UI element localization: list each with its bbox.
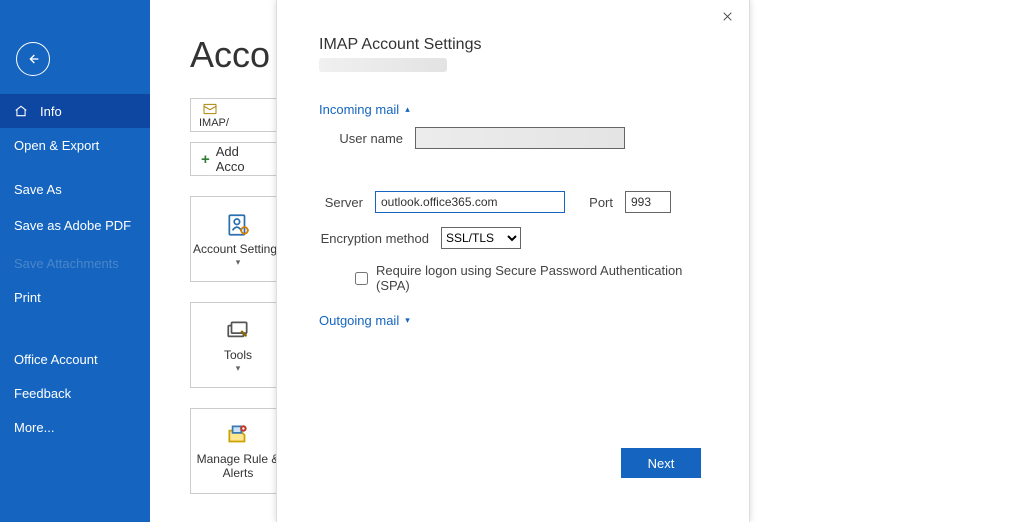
chevron-up-icon: ▴	[405, 104, 410, 115]
imap-settings-dialog: IMAP Account Settings Incoming mail ▴ Us…	[276, 0, 750, 522]
sidebar-item-label: Feedback	[14, 386, 71, 401]
sidebar-item-label: More...	[14, 420, 54, 435]
sidebar-item-save-adobe-pdf[interactable]: Save as Adobe PDF	[0, 206, 150, 246]
encryption-select[interactable]: SSL/TLS	[441, 227, 521, 249]
sidebar-item-office-account[interactable]: Office Account	[0, 342, 150, 376]
dialog-close-button[interactable]	[715, 4, 739, 28]
sidebar-item-info[interactable]: Info	[0, 94, 150, 128]
username-label: User name	[331, 131, 415, 146]
mail-account-icon	[199, 101, 221, 117]
tile-label: Tools	[224, 349, 252, 363]
username-input[interactable]	[415, 127, 625, 149]
tile-label: Manage Rule & Alerts	[191, 453, 285, 481]
dialog-title: IMAP Account Settings	[319, 36, 707, 54]
add-account-label: Add Acco	[216, 144, 266, 174]
sidebar-item-label: Info	[40, 104, 62, 119]
sidebar-item-more[interactable]: More...	[0, 410, 150, 444]
sidebar-item-label: Save As	[14, 182, 62, 197]
chevron-down-icon: ▾	[405, 315, 410, 326]
port-label: Port	[575, 195, 625, 210]
port-input[interactable]	[625, 191, 671, 213]
manage-rules-icon	[224, 421, 252, 449]
sidebar-item-feedback[interactable]: Feedback	[0, 376, 150, 410]
home-icon	[14, 104, 32, 118]
tile-account-settings[interactable]: Account Settings ▾	[190, 196, 286, 282]
tile-label: Account Settings	[193, 243, 283, 257]
sidebar-item-label: Save as Adobe PDF	[14, 218, 131, 234]
back-arrow-icon[interactable]	[16, 42, 50, 76]
tile-manage-rules[interactable]: Manage Rule & Alerts	[190, 408, 286, 494]
chevron-down-icon: ▾	[236, 257, 241, 267]
plus-icon: +	[201, 151, 210, 168]
server-label: Server	[319, 195, 375, 210]
add-account-button[interactable]: + Add Acco	[190, 142, 276, 176]
account-type-label: IMAP/	[199, 117, 229, 129]
sidebar-item-open-export[interactable]: Open & Export	[0, 128, 150, 162]
section-label: Incoming mail	[319, 102, 399, 117]
spa-checkbox[interactable]	[355, 272, 368, 285]
encryption-label: Encryption method	[319, 231, 441, 246]
sidebar-item-save-attachments: Save Attachments	[0, 246, 150, 280]
sidebar-item-label: Office Account	[14, 352, 98, 367]
sidebar-item-print[interactable]: Print	[0, 280, 150, 314]
account-settings-icon	[224, 211, 252, 239]
sidebar-item-label: Print	[14, 290, 41, 305]
chevron-down-icon: ▾	[236, 363, 241, 373]
backstage-sidebar: Info Open & Export Save As Save as Adobe…	[0, 0, 150, 522]
dialog-subtitle-redacted	[319, 58, 447, 72]
section-label: Outgoing mail	[319, 313, 399, 328]
sidebar-item-save-as[interactable]: Save As	[0, 172, 150, 206]
outgoing-mail-header[interactable]: Outgoing mail ▾	[319, 313, 707, 328]
sidebar-item-label: Save Attachments	[14, 256, 119, 271]
spa-label: Require logon using Secure Password Auth…	[376, 263, 707, 293]
sidebar-item-label: Open & Export	[14, 138, 99, 153]
next-button[interactable]: Next	[621, 448, 701, 478]
tools-icon	[224, 317, 252, 345]
account-chip[interactable]: IMAP/	[190, 98, 276, 132]
tile-tools[interactable]: Tools ▾	[190, 302, 286, 388]
incoming-mail-header[interactable]: Incoming mail ▴	[319, 102, 707, 117]
server-input[interactable]	[375, 191, 565, 213]
